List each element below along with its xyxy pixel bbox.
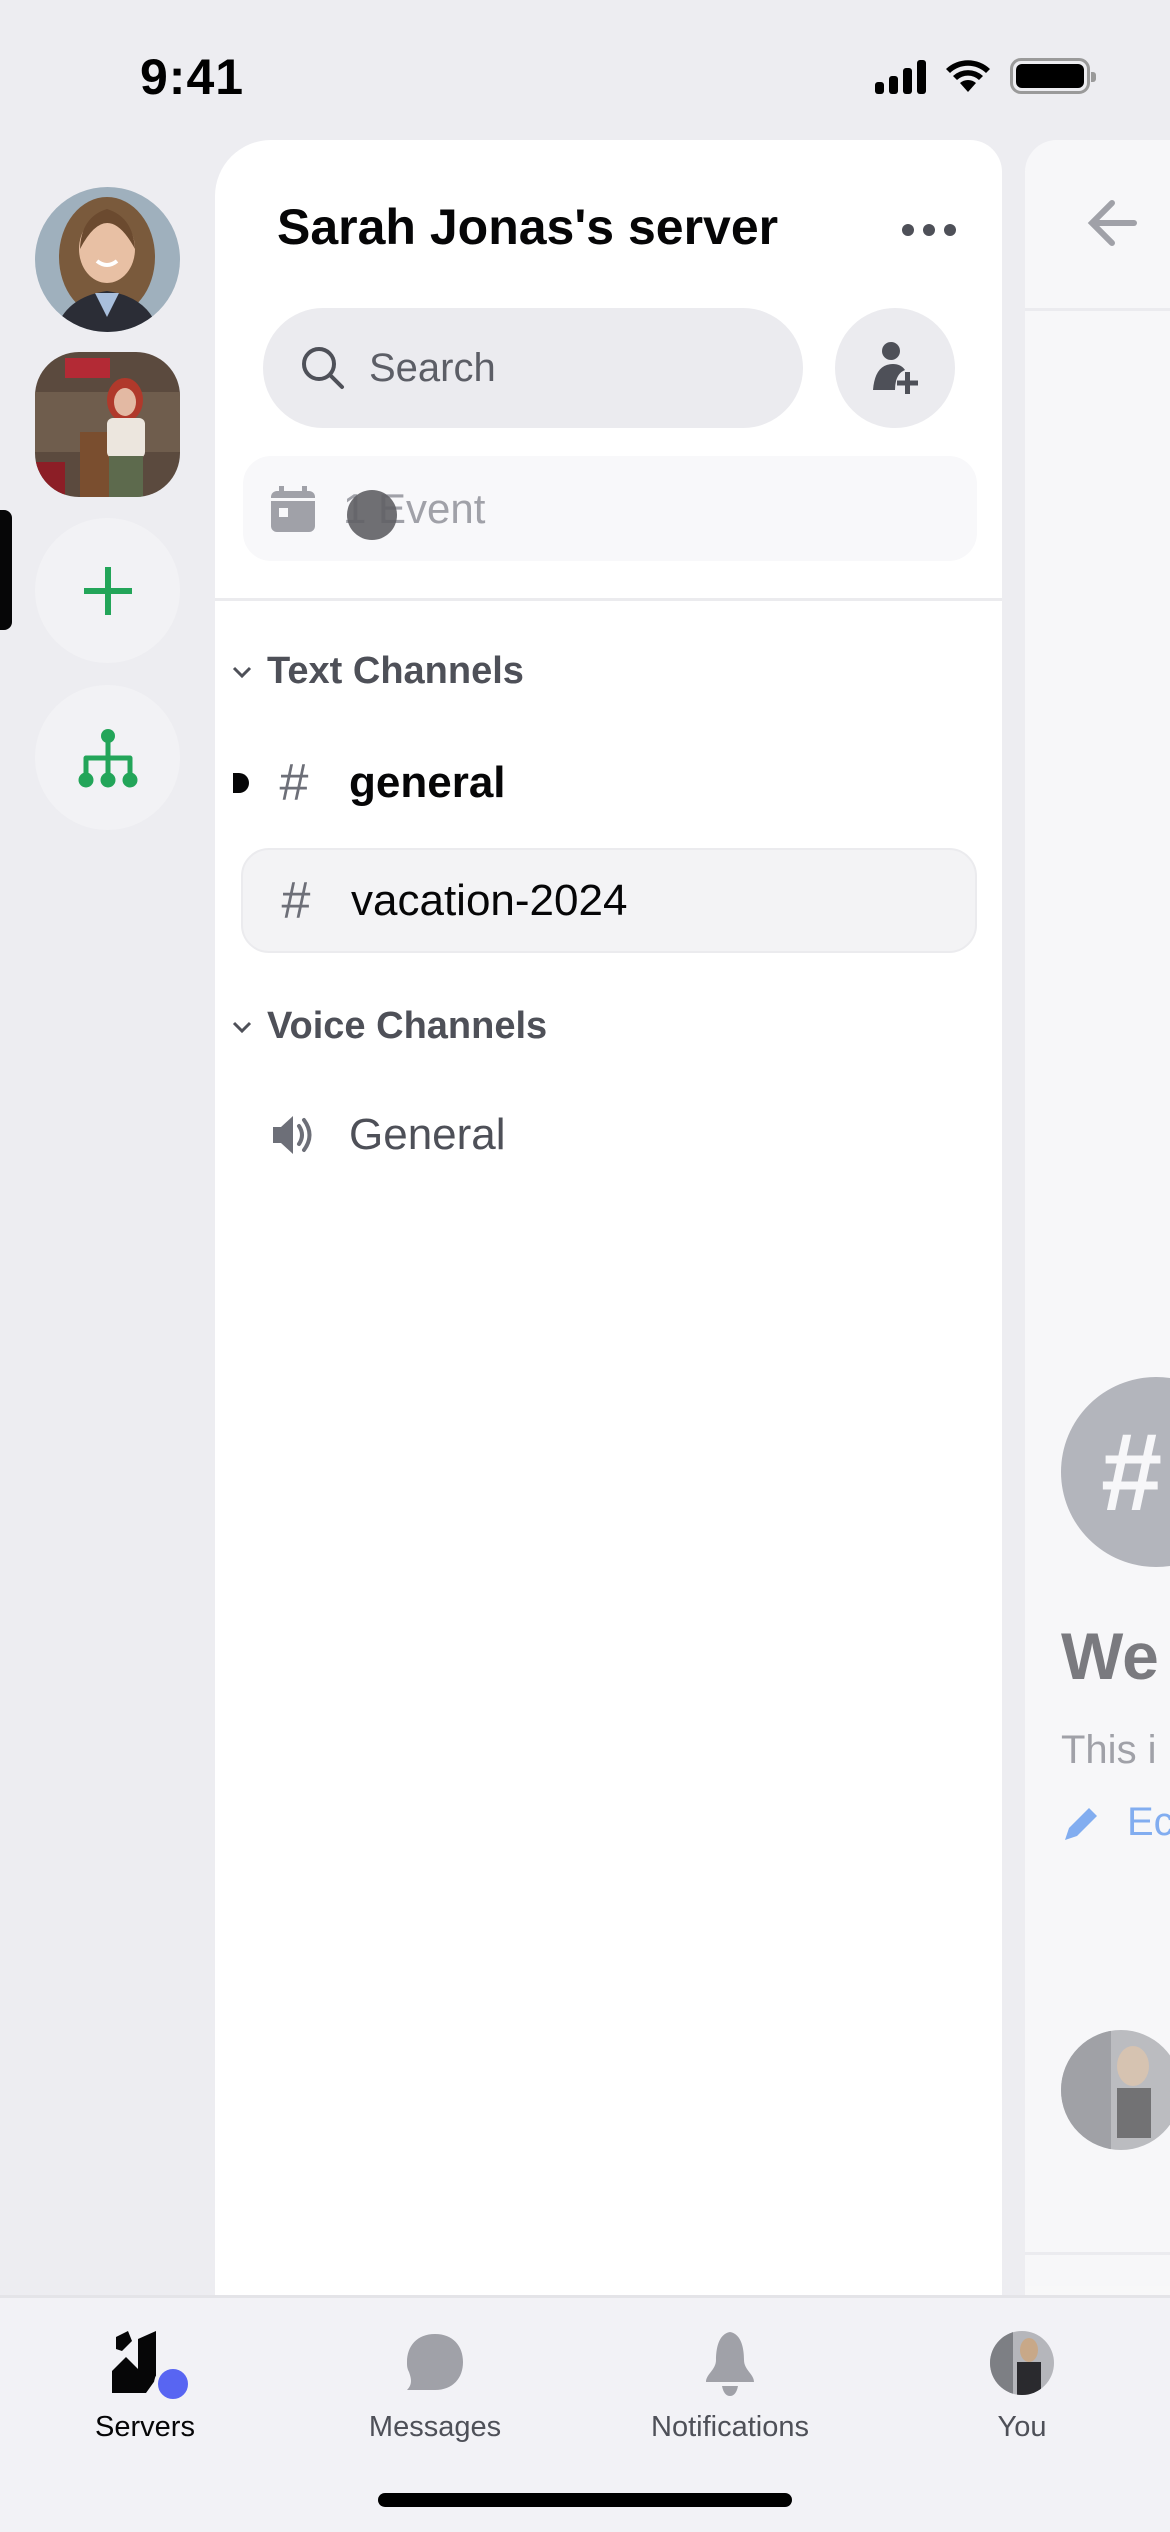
pencil-icon	[1065, 1807, 1097, 1840]
notification-badge	[154, 2365, 192, 2403]
tab-messages[interactable]: Messages	[325, 2298, 545, 2458]
channel-panel: Sarah Jonas's server Search 1 Event Text…	[215, 140, 1002, 2295]
speaker-icon	[273, 1115, 312, 1154]
tab-label: Notifications	[651, 2411, 809, 2443]
category-label: Text Channels	[267, 650, 524, 692]
battery-icon	[1010, 58, 1096, 94]
tab-label: You	[997, 2411, 1047, 2443]
unread-indicator	[233, 773, 249, 793]
edit-label: Ec	[1127, 1800, 1170, 1844]
search-icon	[302, 347, 344, 389]
channel-name: general	[349, 757, 506, 807]
selected-server-indicator	[0, 510, 12, 630]
channel-vacation-2024[interactable]: # vacation-2024	[241, 848, 977, 953]
tab-notifications[interactable]: Notifications	[620, 2298, 840, 2458]
server-avatar-image	[35, 187, 180, 332]
add-server-button[interactable]	[35, 518, 180, 663]
cellular-signal-icon	[875, 58, 926, 94]
user-avatar	[990, 2331, 1054, 2395]
status-icons	[875, 58, 1096, 94]
plus-icon	[83, 566, 132, 615]
hub-icon	[78, 728, 137, 787]
hash-icon: #	[279, 753, 309, 812]
avatar-image	[1061, 2030, 1170, 2150]
divider	[215, 598, 1002, 601]
search-placeholder: Search	[369, 345, 496, 390]
more-horizontal-icon	[902, 224, 914, 236]
tab-label: Messages	[368, 2411, 502, 2443]
server-icon-selected[interactable]	[35, 352, 180, 497]
more-options-button[interactable]	[894, 210, 964, 250]
search-bar[interactable]: Search	[263, 308, 803, 428]
edit-channel-link[interactable]: Ec	[1061, 1800, 1170, 1845]
chat-bubble-icon	[407, 2334, 463, 2390]
category-label: Voice Channels	[267, 1005, 548, 1047]
tab-label: Servers	[95, 2411, 195, 2443]
status-time: 9:41	[140, 49, 245, 105]
bell-icon	[706, 2332, 754, 2396]
tab-you[interactable]: You	[912, 2298, 1132, 2458]
channel-name: vacation-2024	[351, 875, 628, 925]
add-person-icon	[873, 342, 918, 394]
server-avatar-image	[35, 352, 180, 497]
status-bar: 9:41	[0, 0, 1170, 140]
channel-name: General	[349, 1109, 506, 1159]
category-text-channels[interactable]: Text Channels	[231, 650, 524, 693]
welcome-heading: We	[1061, 1619, 1159, 1693]
channel-voice-general[interactable]: General	[241, 1082, 977, 1187]
user-avatar[interactable]	[1061, 2030, 1170, 2150]
server-title[interactable]: Sarah Jonas's server	[277, 198, 778, 256]
welcome-description: This i	[1061, 1728, 1157, 1772]
calendar-icon	[271, 485, 315, 532]
divider	[1025, 2252, 1170, 2255]
wifi-icon	[946, 60, 990, 92]
category-voice-channels[interactable]: Voice Channels	[231, 1005, 547, 1048]
chevron-down-icon	[232, 1021, 252, 1033]
arrow-left-icon[interactable]	[1082, 195, 1138, 251]
tab-servers[interactable]: Servers	[35, 2298, 255, 2458]
server-icon-sarah[interactable]	[35, 187, 180, 332]
divider	[1025, 308, 1170, 311]
invite-members-button[interactable]	[835, 308, 955, 428]
chat-panel-peek[interactable]: # We This i Ec	[1025, 140, 1170, 2295]
channel-hash-icon: #	[1061, 1377, 1170, 1567]
discover-hubs-button[interactable]	[35, 685, 180, 830]
chevron-down-icon	[232, 666, 252, 678]
hash-icon: #	[281, 871, 311, 930]
home-indicator[interactable]	[378, 2493, 792, 2507]
channel-general[interactable]: # general	[233, 730, 977, 835]
touch-indicator	[347, 490, 397, 540]
